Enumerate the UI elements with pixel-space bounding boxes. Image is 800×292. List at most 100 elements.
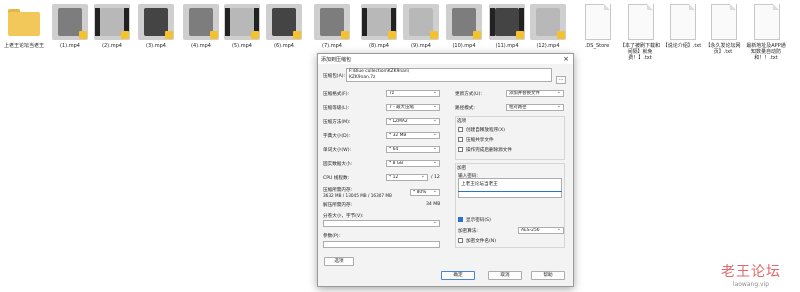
document-icon bbox=[664, 4, 700, 40]
close-icon[interactable]: × bbox=[563, 55, 569, 63]
file-name: (3).mp4 bbox=[146, 43, 166, 49]
watermark-url: laowang.vip bbox=[732, 281, 770, 288]
mem-percent-select[interactable]: * 80% bbox=[410, 189, 440, 196]
enc-method-select[interactable]: AES-256 bbox=[518, 227, 564, 234]
file-name: (10).mp4 bbox=[452, 43, 476, 49]
params-input[interactable] bbox=[323, 241, 440, 248]
file-name: 【说论介绍】.txt bbox=[662, 43, 702, 49]
file-name: 【永久发论坛网页】.txt bbox=[705, 43, 741, 55]
shared-checkbox[interactable] bbox=[458, 137, 463, 142]
file-name: (5).mp4 bbox=[232, 43, 252, 49]
options-group-title: 选项 bbox=[457, 119, 467, 124]
video-file-item[interactable]: (7).mp4 bbox=[314, 4, 350, 49]
level-select[interactable]: 7 - 最大压缩 bbox=[386, 104, 440, 111]
video-file-item[interactable]: (1).mp4 bbox=[52, 4, 88, 49]
solid-select[interactable]: * 8 GB bbox=[386, 160, 440, 167]
update-select[interactable]: 添加并替换文件 bbox=[506, 90, 564, 97]
mem-comp-value: 3632 MB / 13045 MB / 16307 MB bbox=[323, 193, 392, 198]
video-file-item[interactable]: (8).mp4 bbox=[361, 4, 397, 49]
archive-name-text: KZK9nan.7z bbox=[349, 75, 376, 80]
document-file-item[interactable]: 【说论介绍】.txt bbox=[662, 4, 702, 49]
cpu-label: CPU 线程数: bbox=[323, 176, 350, 181]
show-password-label: 显示密码(S) bbox=[466, 218, 491, 223]
password-input[interactable]: 上老王论坛当老王 bbox=[458, 178, 562, 198]
video-file-item[interactable]: (12).mp4 bbox=[530, 4, 566, 49]
document-file-item[interactable]: .DS_Store bbox=[579, 4, 615, 49]
video-thumbnail-icon bbox=[361, 4, 397, 40]
video-file-item[interactable]: (10).mp4 bbox=[446, 4, 482, 49]
file-name: (12).mp4 bbox=[536, 43, 560, 49]
ok-button[interactable]: 确定 bbox=[441, 271, 475, 280]
file-name: (8).mp4 bbox=[369, 43, 389, 49]
video-thumbnail-icon bbox=[403, 4, 439, 40]
video-thumbnail-icon bbox=[94, 4, 130, 40]
params-label: 参数(P): bbox=[323, 234, 341, 239]
file-name: (2).mp4 bbox=[102, 43, 122, 49]
add-to-archive-dialog: 添加到压缩包 × 压缩包(A): F:\Blue collection\KZK9… bbox=[317, 53, 574, 287]
dict-select[interactable]: * 32 MB bbox=[386, 132, 440, 139]
file-name: (6).mp4 bbox=[274, 43, 294, 49]
split-label: 分卷大小，字节(V): bbox=[323, 214, 364, 219]
sfx-label: 创建自释放程序(X) bbox=[466, 128, 505, 133]
video-file-item[interactable]: (6).mp4 bbox=[266, 4, 302, 49]
path-mode-select[interactable]: 相对路径 bbox=[506, 104, 564, 111]
enc-method-label: 加密算法: bbox=[458, 229, 478, 234]
folder-item[interactable]: 上老王论坛当老王 bbox=[4, 4, 45, 49]
document-icon bbox=[622, 4, 658, 40]
encrypt-names-checkbox[interactable] bbox=[458, 238, 463, 243]
format-select[interactable]: 7z bbox=[386, 90, 440, 97]
sfx-checkbox[interactable] bbox=[458, 127, 463, 132]
video-thumbnail-icon bbox=[314, 4, 350, 40]
file-name: (7).mp4 bbox=[322, 43, 342, 49]
watermark-text: 老王论坛 bbox=[721, 264, 781, 280]
file-name: 上老王论坛当老王 bbox=[4, 43, 45, 49]
video-thumbnail-icon bbox=[183, 4, 219, 40]
document-file-item[interactable]: 【本了被刷下载和间隔】就免费！】.txt bbox=[620, 4, 660, 61]
file-name: (1).mp4 bbox=[60, 43, 80, 49]
file-name: (9).mp4 bbox=[411, 43, 431, 49]
file-name: (11).mp4 bbox=[495, 43, 519, 49]
document-icon bbox=[579, 4, 615, 40]
document-icon bbox=[748, 4, 784, 40]
help-button[interactable]: 帮助 bbox=[531, 271, 565, 280]
video-file-item[interactable]: (5).mp4 bbox=[224, 4, 260, 49]
encryption-title: 加密 bbox=[457, 166, 467, 171]
video-file-item[interactable]: (4).mp4 bbox=[183, 4, 219, 49]
file-name: (4).mp4 bbox=[191, 43, 211, 49]
mem-decomp-label: 解压所需内存: bbox=[323, 203, 353, 208]
file-name: 最新地址及APP通知数量自动防和！！.txt bbox=[746, 43, 786, 61]
delete-checkbox[interactable] bbox=[458, 147, 463, 152]
level-label: 压缩等级(L): bbox=[323, 106, 350, 111]
video-file-item[interactable]: (3).mp4 bbox=[138, 4, 174, 49]
video-file-item[interactable]: (2).mp4 bbox=[94, 4, 130, 49]
document-icon bbox=[705, 4, 741, 40]
shared-label: 压缩共享文件 bbox=[466, 138, 494, 143]
method-label: 压缩方法(M): bbox=[323, 120, 351, 125]
video-thumbnail-icon bbox=[138, 4, 174, 40]
dict-label: 字典大小(D): bbox=[323, 134, 351, 139]
delete-label: 操作完成后删除源文件 bbox=[466, 148, 512, 153]
solid-label: 固实数据大小: bbox=[323, 162, 353, 167]
video-file-item[interactable]: (9).mp4 bbox=[403, 4, 439, 49]
document-file-item[interactable]: 【永久发论坛网页】.txt bbox=[705, 4, 741, 55]
video-thumbnail-icon bbox=[446, 4, 482, 40]
split-input[interactable] bbox=[323, 220, 440, 227]
browse-button[interactable]: ... bbox=[556, 76, 566, 84]
video-file-item[interactable]: (11).mp4 bbox=[489, 4, 525, 49]
update-label: 更新方式(U): bbox=[455, 92, 482, 97]
archive-path-input[interactable]: F:\Blue collection\KZK9nan\ KZK9nan.7z bbox=[346, 68, 552, 82]
encrypt-names-label: 加密文件名(N) bbox=[466, 239, 496, 244]
options-button[interactable]: 选项 bbox=[324, 257, 354, 266]
method-select[interactable]: * LZMA2 bbox=[386, 118, 440, 125]
cancel-button[interactable]: 取消 bbox=[488, 271, 522, 280]
video-thumbnail-icon bbox=[266, 4, 302, 40]
cpu-max: / 12 bbox=[431, 175, 440, 180]
format-label: 压缩格式(F): bbox=[323, 92, 350, 97]
dialog-title: 添加到压缩包 bbox=[321, 57, 352, 63]
video-thumbnail-icon bbox=[530, 4, 566, 40]
cpu-select[interactable]: * 12 bbox=[386, 174, 428, 181]
dialog-titlebar[interactable]: 添加到压缩包 × bbox=[318, 54, 573, 64]
word-select[interactable]: * 64 bbox=[386, 146, 440, 153]
show-password-checkbox[interactable] bbox=[458, 217, 463, 222]
document-file-item[interactable]: 最新地址及APP通知数量自动防和！！.txt bbox=[746, 4, 786, 61]
